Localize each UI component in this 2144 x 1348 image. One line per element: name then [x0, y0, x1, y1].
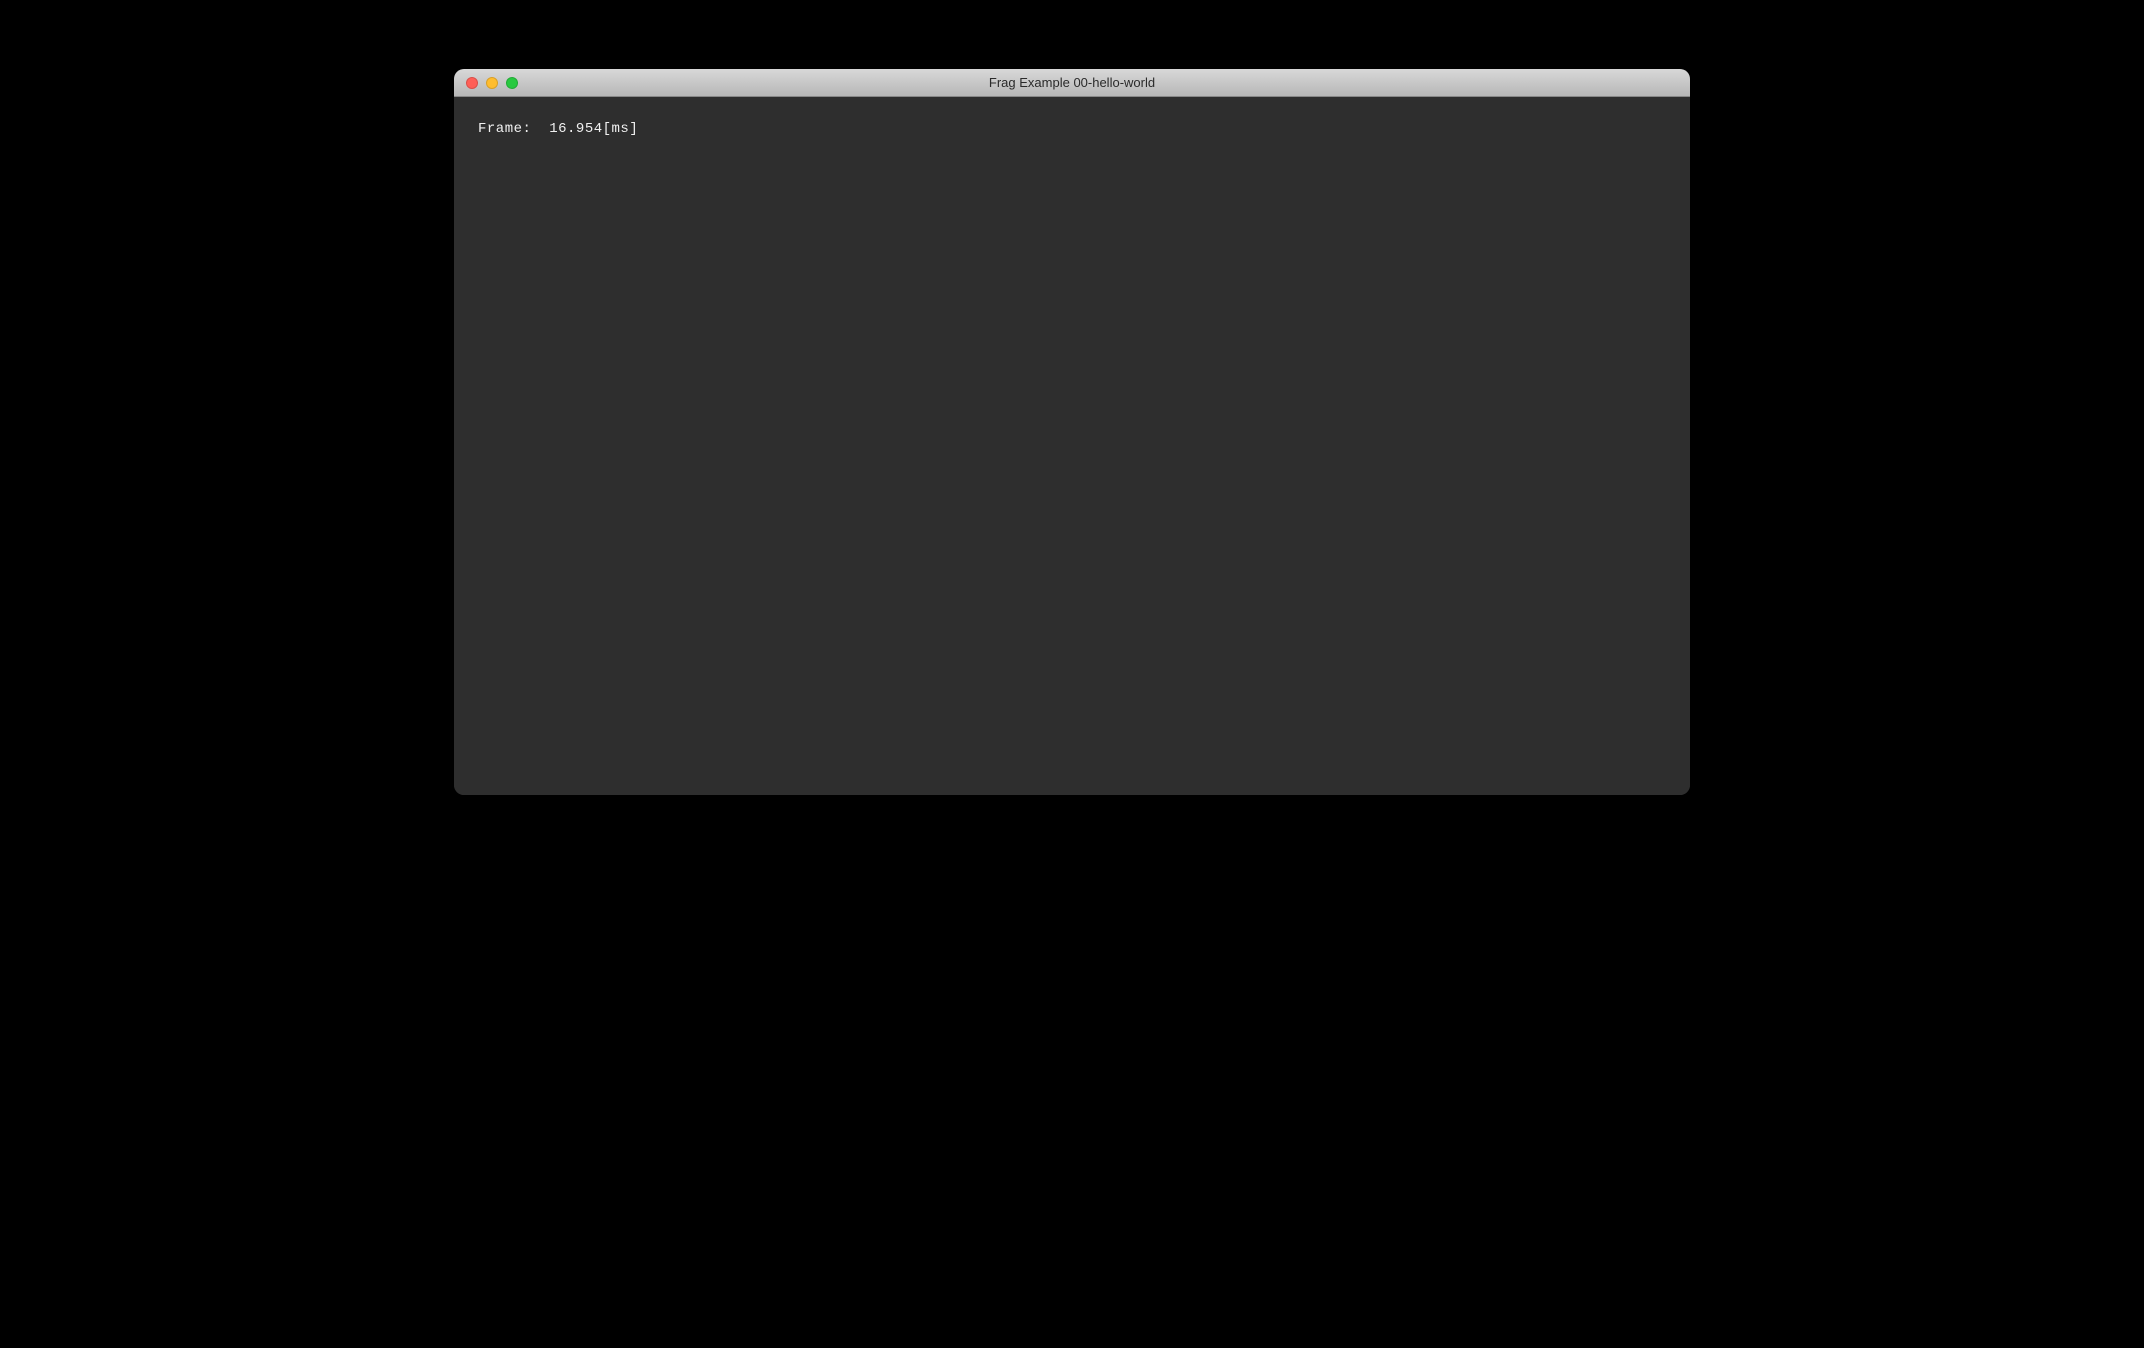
render-viewport: Frame: 16.954[ms]	[454, 97, 1690, 795]
close-icon[interactable]	[466, 77, 478, 89]
minimize-icon[interactable]	[486, 77, 498, 89]
window-title: Frag Example 00-hello-world	[454, 75, 1690, 90]
frame-stats-text: Frame: 16.954[ms]	[478, 121, 638, 137]
traffic-lights	[454, 77, 518, 89]
window-titlebar[interactable]: Frag Example 00-hello-world	[454, 69, 1690, 97]
maximize-icon[interactable]	[506, 77, 518, 89]
app-window: Frag Example 00-hello-world Frame: 16.95…	[454, 69, 1690, 795]
